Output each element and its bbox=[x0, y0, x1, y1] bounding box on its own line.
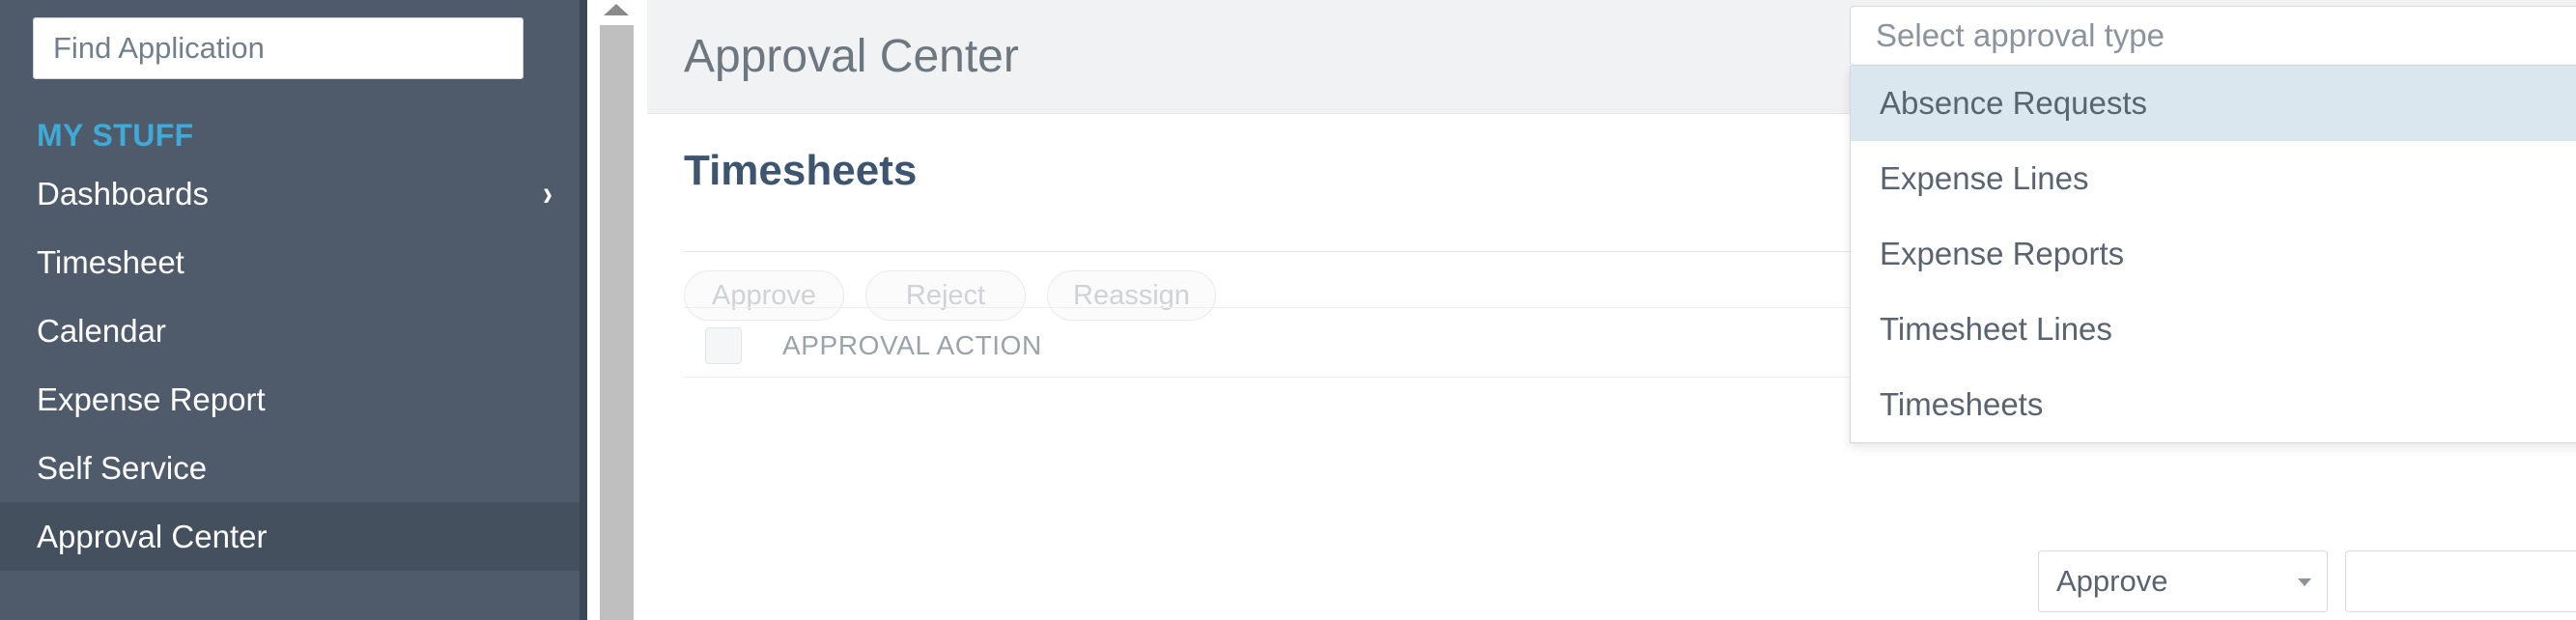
chevron-right-icon[interactable]: › bbox=[543, 175, 552, 212]
menu-item-expense-lines[interactable]: Expense Lines 0 bbox=[1851, 141, 2576, 216]
menu-item-label: Absence Requests bbox=[1880, 85, 2148, 121]
sidebar-item-label: Dashboards bbox=[37, 175, 209, 211]
menu-item-label: Expense Lines bbox=[1880, 160, 2089, 196]
sidebar-item-label: Expense Report bbox=[37, 380, 266, 417]
main-content: Approval Center Timesheets Approve Rejec… bbox=[647, 0, 2576, 620]
search-input[interactable] bbox=[33, 17, 524, 79]
approval-type-select[interactable]: Select approval type bbox=[1850, 6, 2576, 66]
scrollbar-thumb[interactable] bbox=[600, 25, 634, 620]
sidebar-item-self-service[interactable]: Self Service bbox=[0, 434, 587, 502]
sidebar-section-label: MY STUFF bbox=[37, 118, 194, 153]
menu-item-absence-requests[interactable]: Absence Requests 0 bbox=[1851, 66, 2576, 141]
secondary-select[interactable] bbox=[2345, 550, 2576, 612]
approval-action-select-value: Approve bbox=[2056, 564, 2168, 598]
menu-item-label: Timesheets bbox=[1880, 386, 2044, 422]
sidebar-item-expense-report[interactable]: Expense Report bbox=[0, 365, 587, 434]
menu-item-timesheet-lines[interactable]: Timesheet Lines 0 bbox=[1851, 292, 2576, 367]
column-header-approval-action: APPROVAL ACTION bbox=[782, 330, 1042, 360]
reassign-button[interactable]: Reassign bbox=[1047, 270, 1216, 321]
menu-item-label: Timesheet Lines bbox=[1880, 311, 2112, 347]
approval-action-select[interactable]: Approve bbox=[2038, 550, 2328, 612]
sidebar-edge-divider bbox=[580, 0, 587, 620]
sidebar-item-label: Approval Center bbox=[37, 518, 268, 554]
select-all-checkbox[interactable] bbox=[705, 327, 742, 364]
menu-item-expense-reports[interactable]: Expense Reports 0 bbox=[1851, 216, 2576, 292]
approval-type-combobox: Select approval type Absence Requests 0 … bbox=[1850, 6, 2576, 443]
row-action-controls: Approve bbox=[2038, 550, 2576, 612]
find-application-wrap bbox=[0, 0, 587, 79]
sidebar: MY STUFF Dashboards › Timesheet Calendar… bbox=[0, 0, 587, 620]
sidebar-item-timesheet[interactable]: Timesheet bbox=[0, 228, 587, 296]
sidebar-nav-list: Dashboards › Timesheet Calendar Expense … bbox=[0, 159, 587, 571]
sidebar-item-dashboards[interactable]: Dashboards › bbox=[0, 159, 587, 228]
sidebar-item-calendar[interactable]: Calendar bbox=[0, 296, 587, 365]
reject-button[interactable]: Reject bbox=[865, 270, 1026, 321]
approval-type-dropdown-menu: Absence Requests 0 Expense Lines 0 Expen… bbox=[1850, 66, 2576, 443]
application-window: MY STUFF Dashboards › Timesheet Calendar… bbox=[0, 0, 2576, 620]
approval-type-placeholder: Select approval type bbox=[1876, 17, 2166, 53]
chevron-down-icon bbox=[2298, 578, 2311, 586]
page-title: Approval Center bbox=[684, 31, 1019, 82]
vertical-scrollbar[interactable] bbox=[587, 0, 647, 620]
approval-toolbar: Approve Reject Reassign bbox=[684, 270, 1216, 321]
approve-button[interactable]: Approve bbox=[684, 270, 844, 321]
sidebar-item-label: Self Service bbox=[37, 449, 208, 486]
scroll-up-arrow-icon[interactable] bbox=[604, 4, 629, 15]
table-header-row: APPROVAL ACTION bbox=[684, 317, 1042, 375]
sidebar-item-label: Timesheet bbox=[37, 243, 184, 280]
sidebar-item-label: Calendar bbox=[37, 312, 166, 349]
menu-item-label: Expense Reports bbox=[1880, 236, 2125, 271]
menu-item-timesheets[interactable]: Timesheets 0 bbox=[1851, 367, 2576, 442]
sidebar-item-approval-center[interactable]: Approval Center bbox=[0, 502, 587, 571]
